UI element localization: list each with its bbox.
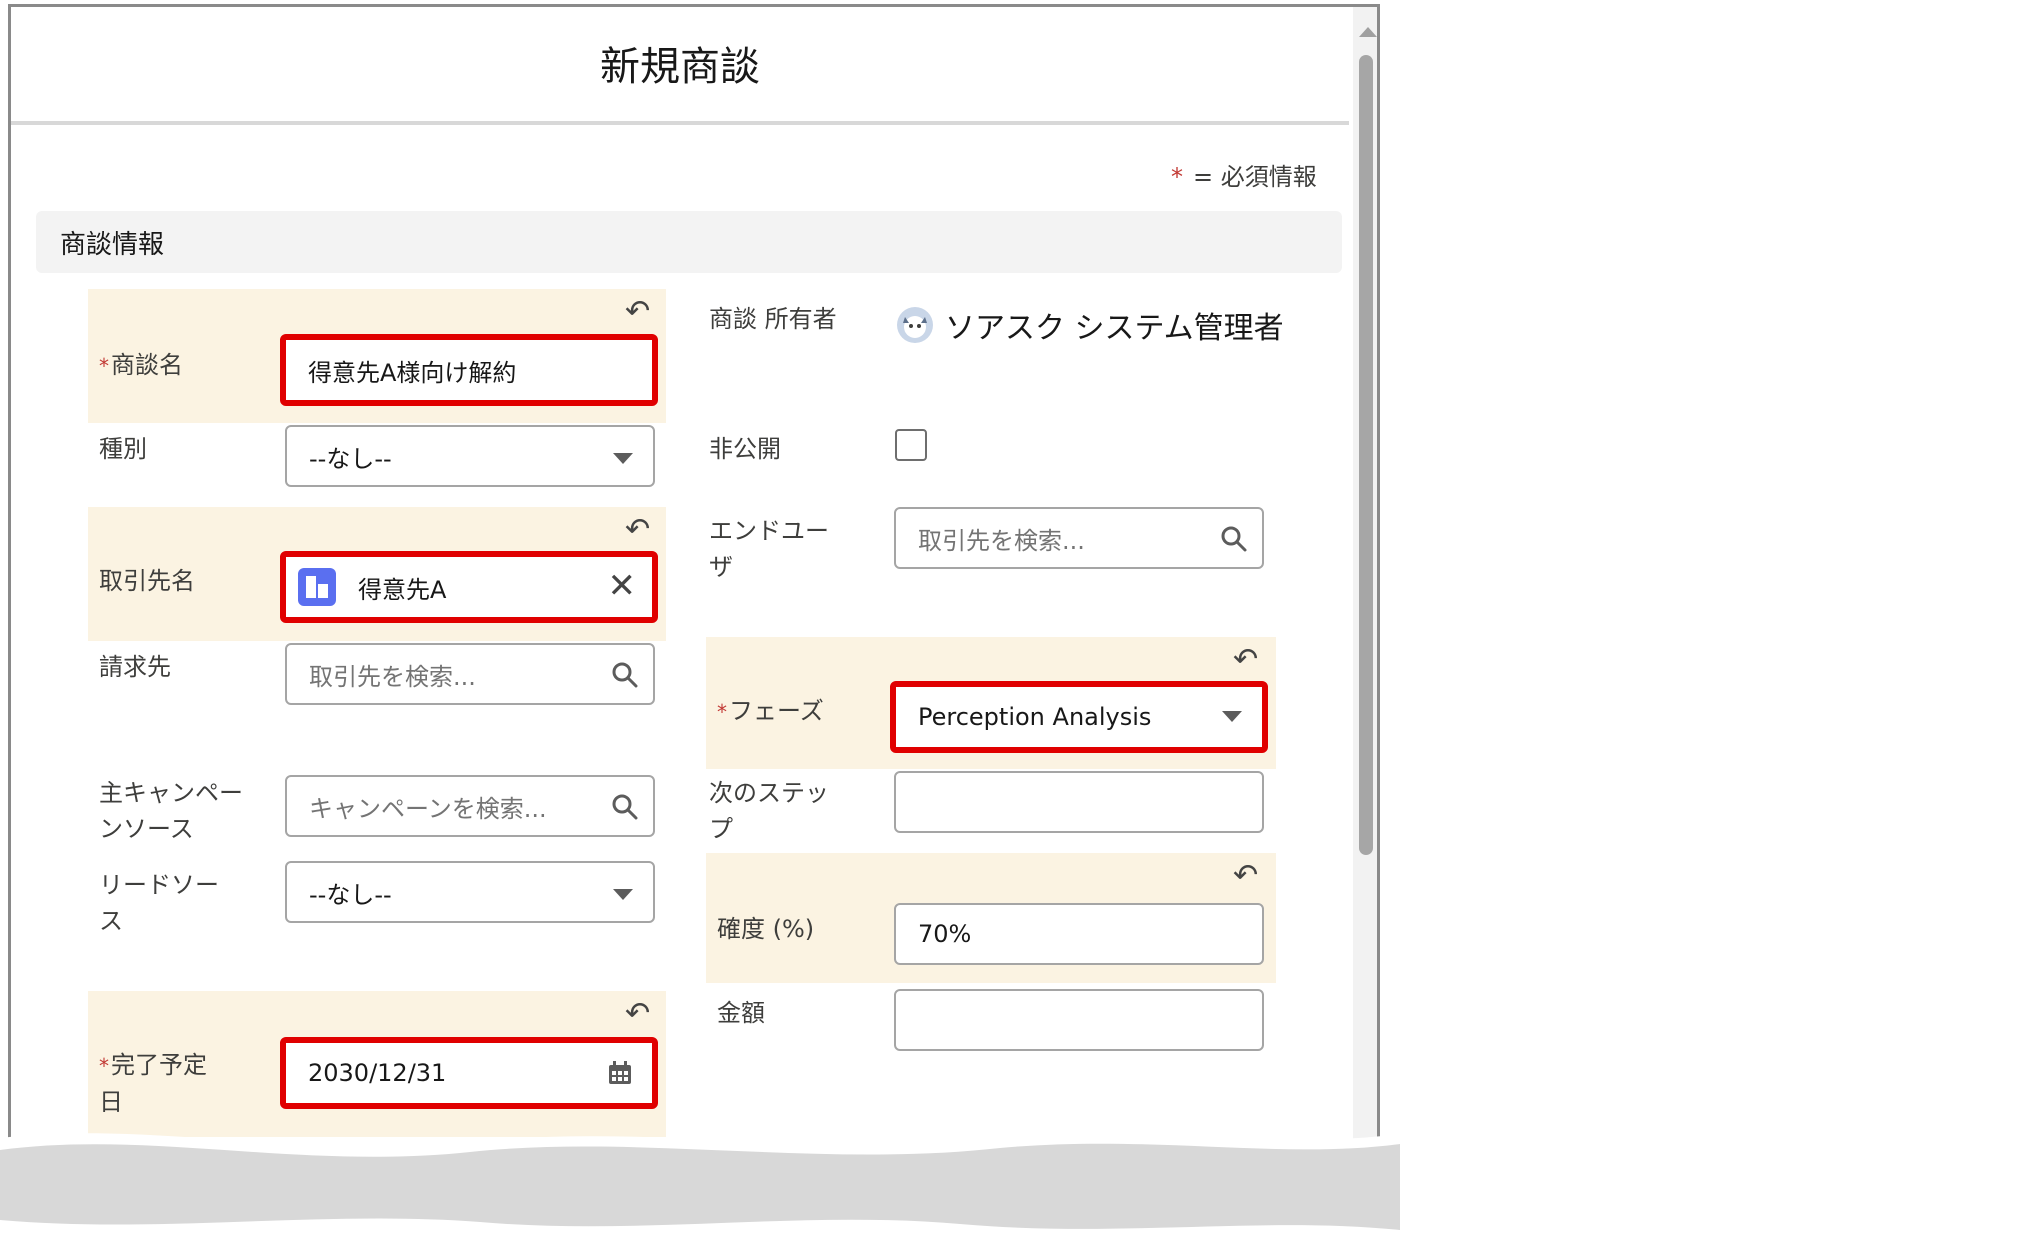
required-star: * <box>1171 163 1183 191</box>
user-avatar-icon <box>897 307 933 343</box>
account-name-lookup[interactable]: 得意先A ✕ <box>280 551 658 623</box>
owner-label: 商談 所有者 <box>709 305 837 333</box>
private-label: 非公開 <box>709 435 781 463</box>
account-icon <box>298 568 336 606</box>
type-label: 種別 <box>99 435 147 463</box>
primary-campaign-placeholder: キャンペーンを検索... <box>309 794 547 823</box>
undo-icon[interactable]: ↶ <box>1233 645 1258 675</box>
account-name-label: 取引先名 <box>99 567 195 595</box>
caret-down-icon <box>613 453 633 464</box>
billing-to-label: 請求先 <box>99 653 171 681</box>
stage-select[interactable]: Perception Analysis <box>890 681 1268 753</box>
section-header-opportunity-info[interactable]: 商談情報 <box>36 211 1342 273</box>
required-legend: * = 必須情報 <box>1171 157 1317 192</box>
search-icon[interactable] <box>611 661 639 689</box>
billing-to-placeholder: 取引先を検索... <box>309 662 476 691</box>
primary-campaign-search-input[interactable]: キャンペーンを検索... <box>285 775 655 837</box>
undo-icon[interactable]: ↶ <box>1233 861 1258 891</box>
opportunity-name-label: *商談名 <box>99 351 183 379</box>
probability-label: 確度 (%) <box>717 915 815 943</box>
undo-icon[interactable]: ↶ <box>625 297 650 327</box>
close-date-value: 2030/12/31 <box>308 1059 447 1087</box>
amount-label: 金額 <box>717 999 765 1027</box>
close-icon[interactable]: ✕ <box>608 569 637 603</box>
caret-down-icon <box>1222 711 1242 722</box>
caret-down-icon <box>613 889 633 900</box>
type-value: --なし-- <box>309 444 392 473</box>
required-legend-text: = 必須情報 <box>1193 163 1317 191</box>
torn-edge-decoration <box>0 1133 1400 1249</box>
billing-to-search-input[interactable]: 取引先を検索... <box>285 643 655 705</box>
undo-icon[interactable]: ↶ <box>625 999 650 1029</box>
next-step-input[interactable] <box>894 771 1264 833</box>
opportunity-name-input[interactable]: 得意先A様向け解約 <box>280 334 658 406</box>
close-date-label: *完了予定日 <box>99 1051 207 1116</box>
end-user-placeholder: 取引先を検索... <box>918 526 1085 555</box>
opportunity-name-value: 得意先A様向け解約 <box>308 358 517 387</box>
owner-display[interactable]: ソアスク システム管理者 <box>897 303 1284 347</box>
amount-input[interactable] <box>894 989 1264 1051</box>
account-name-value: 得意先A <box>358 575 447 604</box>
stage-label: *フェーズ <box>717 697 824 725</box>
owner-name: ソアスク システム管理者 <box>945 311 1284 346</box>
undo-icon[interactable]: ↶ <box>625 515 650 545</box>
lead-source-select[interactable]: --なし-- <box>285 861 655 923</box>
calendar-icon[interactable] <box>606 1059 634 1087</box>
end-user-label: エンドユーザ <box>709 517 829 581</box>
scroll-up-arrow-icon[interactable] <box>1359 27 1377 37</box>
next-step-label: 次のステップ <box>709 779 829 843</box>
probability-value: 70% <box>918 920 972 948</box>
search-icon[interactable] <box>1220 525 1248 553</box>
lead-source-label: リードソース <box>99 871 219 935</box>
stage-value: Perception Analysis <box>918 703 1152 731</box>
end-user-search-input[interactable]: 取引先を検索... <box>894 507 1264 569</box>
lead-source-value: --なし-- <box>309 880 392 909</box>
type-select[interactable]: --なし-- <box>285 425 655 487</box>
modal-title: 新規商談 <box>600 44 760 90</box>
title-divider <box>11 121 1349 125</box>
new-opportunity-modal: 新規商談 * = 必須情報 商談情報 ↶ *商談名 得意先A様向け解約 種別 --… <box>8 4 1380 1237</box>
private-checkbox[interactable] <box>895 429 927 461</box>
probability-input[interactable]: 70% <box>894 903 1264 965</box>
search-icon[interactable] <box>611 793 639 821</box>
scrollbar-thumb[interactable] <box>1359 55 1373 855</box>
primary-campaign-label: 主キャンペーンソース <box>99 779 243 843</box>
close-date-input[interactable]: 2030/12/31 <box>280 1037 658 1109</box>
